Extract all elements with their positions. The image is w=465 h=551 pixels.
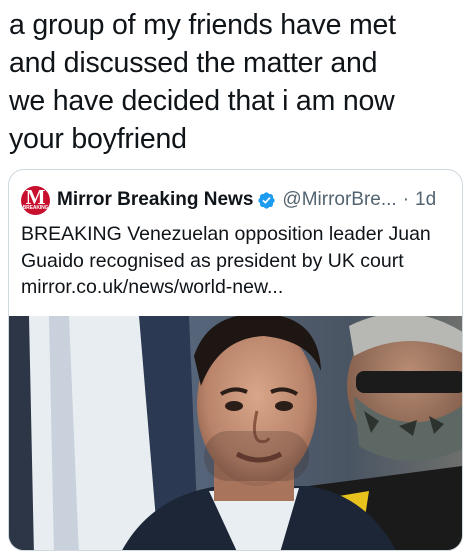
author-name[interactable]: Mirror Breaking News — [57, 189, 253, 211]
verified-badge-icon — [258, 191, 276, 209]
tweet-text-line: and discussed the matter and — [9, 47, 378, 79]
avatar-tag: BREAKING — [22, 204, 49, 211]
tweet-text-line: we have decided that i am now — [9, 85, 395, 117]
news-photo-image — [9, 316, 462, 550]
quoted-tweet-text: BREAKING Venezuelan opposition leader Ju… — [21, 221, 451, 301]
tweet-text-line: a group of my friends have met — [9, 9, 396, 41]
tweet-text: a group of my friends have met and discu… — [9, 6, 459, 158]
quoted-text-line: Guaido recognised as president by UK cou… — [21, 249, 404, 272]
author-handle[interactable]: @MirrorBre... — [282, 189, 396, 211]
tweet-text-line: your boyfriend — [9, 123, 187, 155]
quoted-tweet-card[interactable]: M BREAKING Mirror Breaking News @MirrorB… — [8, 169, 463, 551]
news-photo[interactable] — [9, 316, 462, 550]
quoted-link[interactable]: mirror.co.uk/news/world-new... — [21, 274, 451, 301]
quoted-tweet-header: M BREAKING Mirror Breaking News @MirrorB… — [21, 183, 451, 217]
separator-dot: · — [402, 189, 410, 210]
avatar[interactable]: M BREAKING — [21, 185, 50, 215]
timestamp[interactable]: 1d — [415, 189, 436, 211]
quoted-text-line: BREAKING Venezuelan opposition leader Ju… — [21, 223, 431, 245]
